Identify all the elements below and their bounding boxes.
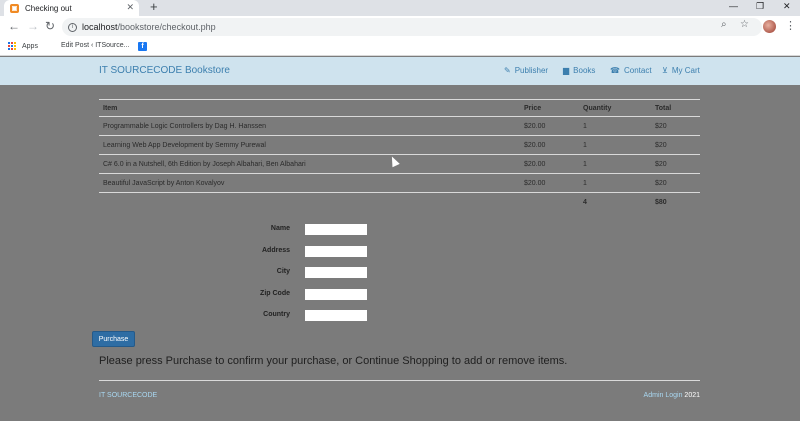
column-header-quantity: Quantity bbox=[579, 99, 651, 117]
bookmark-star-icon[interactable]: ☆ bbox=[740, 19, 749, 30]
cell-total: $20 bbox=[651, 135, 700, 155]
total-quantity: 4 bbox=[583, 198, 587, 206]
column-header-price: Price bbox=[520, 99, 579, 117]
table-row: Programmable Logic Controllers by Dag H.… bbox=[99, 116, 700, 136]
bookmark-edit-post-label: Edit Post ‹ ITSource... bbox=[61, 42, 130, 49]
purchase-button[interactable]: Purchase bbox=[92, 331, 135, 347]
form-row-name: Name bbox=[200, 224, 500, 236]
browser-menu-icon[interactable]: ⋮ bbox=[785, 19, 796, 32]
zoom-search-icon[interactable]: ⌕ bbox=[721, 19, 727, 30]
cell-total: $20 bbox=[651, 173, 700, 193]
pencil-icon: ✎ bbox=[504, 66, 511, 75]
close-window-icon[interactable]: ✕ bbox=[783, 0, 791, 12]
form-row-city: City bbox=[200, 267, 500, 279]
restore-icon[interactable]: ❐ bbox=[756, 0, 764, 12]
confirm-message: Please press Purchase to confirm your pu… bbox=[99, 355, 568, 367]
cell-quantity: 1 bbox=[579, 173, 651, 193]
cell-total: $20 bbox=[651, 116, 700, 136]
footer-year: 2021 bbox=[684, 392, 700, 399]
bookmark-apps[interactable]: Apps bbox=[8, 42, 38, 50]
city-field[interactable] bbox=[305, 267, 367, 278]
cart-header-row: Item Price Quantity Total bbox=[99, 99, 700, 117]
admin-login-link[interactable]: Admin Login bbox=[644, 392, 683, 399]
column-header-item: Item bbox=[99, 99, 520, 117]
table-row: Learning Web App Development by Semmy Pu… bbox=[99, 135, 700, 155]
cell-item: Learning Web App Development by Semmy Pu… bbox=[99, 135, 520, 155]
cell-total: $20 bbox=[651, 154, 700, 174]
cell-price: $20.00 bbox=[520, 173, 579, 193]
browser-tabstrip: ▣ Checking out ✕ + — ❐ ✕ bbox=[0, 0, 800, 16]
form-row-country: Country bbox=[200, 310, 500, 322]
form-row-zip-code: Zip Code bbox=[200, 289, 500, 301]
bookmark-facebook[interactable]: f bbox=[138, 42, 147, 51]
zip-code-label: Zip Code bbox=[260, 290, 290, 297]
browser-toolbar: ← → ↻ i localhost/bookstore/checkout.php… bbox=[0, 16, 800, 38]
form-row-address: Address bbox=[200, 246, 500, 258]
book-icon: ▆ bbox=[563, 66, 570, 75]
browser-tab[interactable]: ▣ Checking out ✕ bbox=[4, 0, 139, 16]
cell-quantity: 1 bbox=[579, 116, 651, 136]
address-bar[interactable]: i localhost/bookstore/checkout.php ⌕ ☆ bbox=[62, 18, 762, 36]
cell-item: C# 6.0 in a Nutshell, 6th Edition by Jos… bbox=[99, 154, 520, 174]
cart-total-row: 4 $80 bbox=[99, 193, 700, 212]
site-navbar: IT SOURCECODE Bookstore ✎ Publisher ▆ Bo… bbox=[0, 57, 800, 85]
apps-grid-icon bbox=[8, 42, 16, 50]
nav-link-label: My Cart bbox=[671, 66, 700, 75]
bookmarks-bar: Apps Edit Post ‹ ITSource... f bbox=[0, 38, 800, 56]
footer-divider bbox=[99, 380, 700, 381]
cell-price: $20.00 bbox=[520, 154, 579, 174]
address-label: Address bbox=[261, 247, 290, 254]
nav-link-label: Books bbox=[573, 66, 596, 75]
reload-icon[interactable]: ↻ bbox=[45, 19, 55, 34]
facebook-icon: f bbox=[138, 42, 147, 51]
name-label: Name bbox=[270, 225, 290, 232]
nav-link-label: Publisher bbox=[514, 66, 549, 75]
nav-link-contact[interactable]: ☎ Contact bbox=[610, 66, 652, 75]
nav-link-label: Contact bbox=[623, 66, 652, 75]
city-label: City bbox=[276, 268, 290, 275]
profile-avatar[interactable] bbox=[763, 20, 776, 33]
cell-empty bbox=[520, 193, 579, 212]
cell-price: $20.00 bbox=[520, 135, 579, 155]
cart-icon: ⊻ bbox=[662, 66, 668, 75]
nav-link-my-cart[interactable]: ⊻ My Cart bbox=[662, 66, 700, 75]
bookmark-edit-post[interactable]: Edit Post ‹ ITSource... bbox=[61, 42, 129, 49]
cell-empty bbox=[99, 193, 520, 212]
site-brand[interactable]: IT SOURCECODE Bookstore bbox=[99, 65, 230, 76]
cell-item: Beautiful JavaScript by Anton Kovalyov bbox=[99, 173, 520, 193]
cell-quantity: 1 bbox=[579, 154, 651, 174]
close-tab-icon[interactable]: ✕ bbox=[126, 2, 134, 13]
url-path: /bookstore/checkout.php bbox=[117, 22, 216, 32]
minimize-icon[interactable]: — bbox=[729, 0, 738, 12]
name-field[interactable] bbox=[305, 224, 367, 235]
nav-link-books[interactable]: ▆ Books bbox=[563, 66, 595, 75]
new-tab-icon[interactable]: + bbox=[150, 0, 158, 14]
checkout-content: Item Price Quantity Total Programmable L… bbox=[0, 85, 800, 421]
address-field[interactable] bbox=[305, 246, 367, 257]
cell-price: $20.00 bbox=[520, 116, 579, 136]
zip-code-field[interactable] bbox=[305, 289, 367, 300]
site-info-icon[interactable]: i bbox=[68, 22, 77, 32]
nav-link-publisher[interactable]: ✎ Publisher bbox=[504, 66, 548, 75]
phone-icon: ☎ bbox=[610, 66, 620, 75]
cell-quantity: 1 bbox=[579, 135, 651, 155]
site-favicon-icon: ▣ bbox=[10, 3, 19, 13]
cart-table: Item Price Quantity Total Programmable L… bbox=[99, 99, 700, 212]
total-amount: $80 bbox=[655, 198, 667, 206]
country-label: Country bbox=[263, 311, 290, 318]
tab-title: Checking out bbox=[25, 3, 72, 13]
back-arrow-icon[interactable]: ← bbox=[8, 19, 20, 34]
forward-arrow-icon[interactable]: → bbox=[27, 19, 39, 34]
url-host: localhost bbox=[82, 22, 118, 32]
footer-right: Admin Login 2021 bbox=[644, 392, 700, 399]
cell-item: Programmable Logic Controllers by Dag H.… bbox=[99, 116, 520, 136]
table-row: Beautiful JavaScript by Anton Kovalyov $… bbox=[99, 173, 700, 193]
table-row: C# 6.0 in a Nutshell, 6th Edition by Jos… bbox=[99, 154, 700, 174]
column-header-total: Total bbox=[651, 99, 700, 117]
bookmark-apps-label: Apps bbox=[22, 42, 38, 50]
country-field[interactable] bbox=[305, 310, 367, 321]
footer-brand-link[interactable]: IT SOURCECODE bbox=[99, 392, 157, 399]
